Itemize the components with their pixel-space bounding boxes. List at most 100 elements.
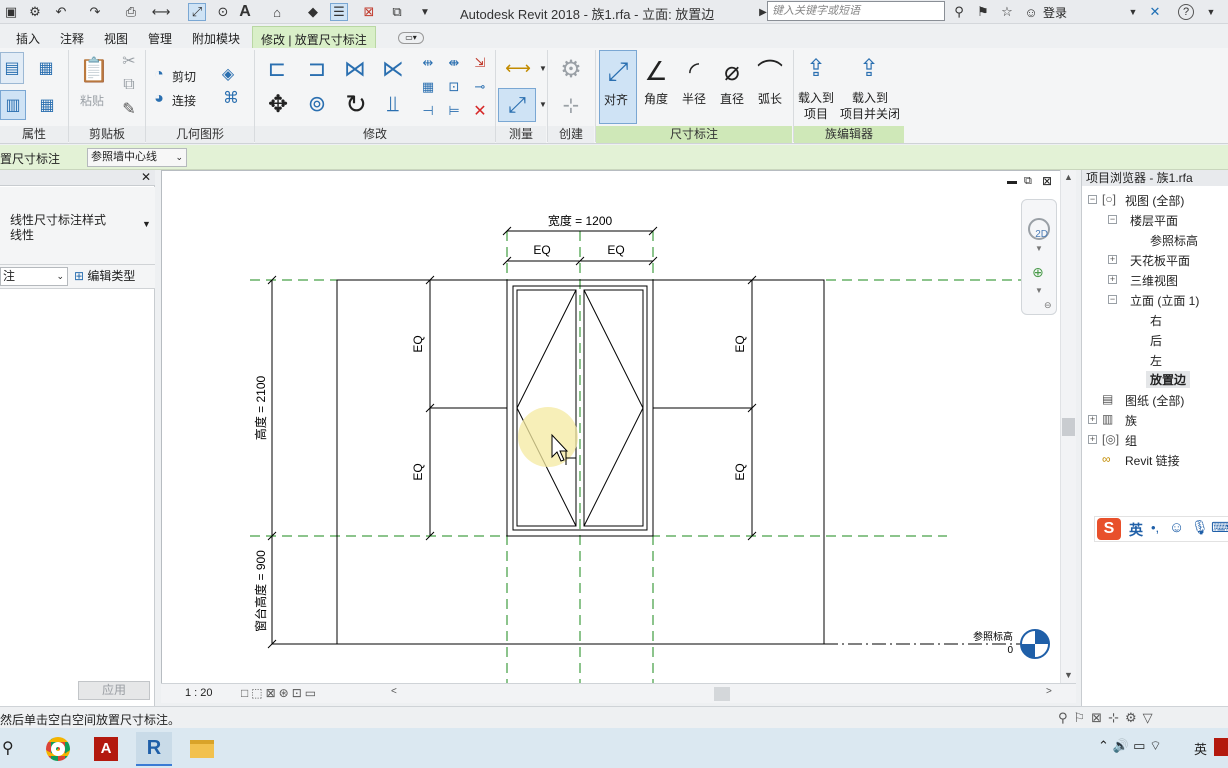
instance-filter-select[interactable]: 注 ⌄ [0, 267, 68, 286]
eq-text-right[interactable]: EQ [607, 243, 624, 257]
trim-extend-icon[interactable]: ⫫ [378, 88, 408, 120]
delete-icon[interactable]: ✕ [470, 102, 490, 120]
move-icon[interactable]: ✥ [262, 88, 294, 120]
text-icon[interactable]: A [236, 3, 254, 21]
angular-dimension-label[interactable]: 角度 [644, 90, 668, 107]
chevron-down-icon[interactable]: ▼ [1035, 286, 1043, 295]
arc-length-dimension-icon[interactable]: ⌒ [754, 54, 786, 88]
scroll-left-icon[interactable]: < [391, 686, 397, 697]
chevron-down-icon[interactable]: ▼ [1035, 244, 1043, 253]
tree-floor-plans[interactable]: 楼层平面 [1130, 212, 1178, 229]
thin-lines-icon[interactable]: ☰ [330, 3, 348, 21]
sync-icon[interactable]: ⚙ [26, 3, 44, 21]
eq-text-lower-right[interactable]: EQ [733, 463, 747, 480]
pin-icon[interactable]: ⊸ [470, 78, 490, 96]
search-input[interactable]: 键入关键字或短语 [767, 1, 945, 21]
eq-text-lower-left[interactable]: EQ [411, 463, 425, 480]
tab-view[interactable]: 视图 [104, 30, 128, 47]
collapse-toggle[interactable]: − [1108, 215, 1117, 224]
aligned-dimension-qa-icon[interactable]: ⤢ [188, 3, 206, 21]
scroll-down-icon[interactable]: ▼ [1064, 670, 1073, 680]
favorites-icon[interactable]: ☆ [998, 3, 1016, 21]
placement-select[interactable]: 参照墙中心线 ⌄ [87, 148, 187, 167]
tray-app-icon[interactable] [1214, 738, 1228, 756]
collapse-toggle[interactable]: − [1088, 195, 1097, 204]
join-geometry-icon[interactable]: ◕ [150, 90, 168, 108]
login-dropdown-icon[interactable]: ▼ [1124, 3, 1142, 21]
radial-dimension-label[interactable]: 半径 [682, 90, 706, 107]
aligned-dimension-tool[interactable]: ⤢ 对齐 [599, 50, 637, 124]
eq-text-upper-left[interactable]: EQ [411, 335, 425, 352]
file-explorer-app-icon[interactable] [184, 732, 220, 766]
tab-addins[interactable]: 附加模块 [192, 30, 240, 47]
type-properties-icon[interactable]: ▦ [32, 90, 62, 120]
eq-text-upper-right[interactable]: EQ [733, 335, 747, 352]
mirror-axis-icon[interactable]: ⋈ [340, 54, 370, 84]
tree-ref-level[interactable]: 参照标高 [1150, 232, 1198, 249]
radial-dimension-icon[interactable]: ◜ [678, 54, 710, 88]
properties-icon[interactable]: ▤ [0, 52, 24, 84]
print-icon[interactable]: ⎙ [122, 3, 140, 21]
diameter-dimension-label[interactable]: 直径 [720, 90, 744, 107]
tab-manage[interactable]: 管理 [148, 30, 172, 47]
ime-toolbar[interactable]: S 英 •, ☺ 🎙 ⌨ [1094, 516, 1228, 542]
scroll-right-icon[interactable]: > [1046, 686, 1052, 697]
steering-wheel-icon[interactable]: 2D [1028, 218, 1050, 240]
height-dimension-text[interactable]: 高度 = 2100 [253, 375, 268, 440]
copy-element-icon[interactable]: ⊚ [302, 88, 332, 120]
drawing-view[interactable]: 宽度 = 1200 EQ EQ EQ EQ EQ EQ 高度 = 2100 窗台… [161, 170, 1076, 686]
view-control-icons[interactable]: □⬚⊠⊛⊡▭ [241, 686, 319, 700]
open-icon[interactable]: ▣ [2, 3, 20, 21]
help-dropdown-icon[interactable]: ▼ [1202, 3, 1220, 21]
user-icon[interactable]: ☺ [1022, 3, 1040, 21]
punctuation-icon[interactable]: •, [1151, 520, 1159, 535]
revit-app-icon[interactable]: R [136, 732, 172, 766]
tree-views[interactable]: 视图 (全部) [1125, 192, 1184, 209]
tab-modify-place-dimension[interactable]: 修改 | 放置尺寸标注 [252, 26, 376, 48]
load-into-project-button[interactable]: 载入到 项目 [798, 90, 834, 122]
scroll-up-icon[interactable]: ▲ [1064, 172, 1073, 182]
binoculars-icon[interactable]: ⚲ [950, 3, 968, 21]
system-tray-icons[interactable]: ⌃🔊▭⌔ [1098, 738, 1166, 754]
load-into-project-icon[interactable]: ⇪ [800, 52, 832, 84]
close-icon[interactable]: ✕ [141, 170, 151, 184]
array-icon[interactable]: ▦ [418, 78, 438, 96]
microphone-icon[interactable]: 🎙 [1191, 519, 1209, 536]
load-and-close-icon[interactable]: ⇪ [852, 52, 886, 84]
sill-dimension-text[interactable]: 窗台高度 = 900 [253, 550, 268, 632]
expand-toggle[interactable]: + [1108, 275, 1117, 284]
nav-bar-options-icon[interactable]: ⊖ [1044, 300, 1052, 311]
rotate-icon[interactable]: ↻ [340, 88, 372, 120]
tab-insert[interactable]: 插入 [16, 30, 40, 47]
tree-sheets[interactable]: 图纸 (全部) [1125, 392, 1184, 409]
aligned-dimension-measure-icon[interactable]: ⤢ [498, 88, 536, 122]
cut-geometry-icon[interactable]: ◔ [150, 66, 168, 84]
vertical-scrollbar[interactable]: ▲ ▼ [1060, 170, 1076, 684]
expand-toggle[interactable]: + [1108, 255, 1117, 264]
subscription-icon[interactable]: ⚑ [974, 3, 992, 21]
family-types-icon[interactable]: ▦ [30, 52, 62, 84]
acrobat-app-icon[interactable]: A [88, 732, 124, 766]
level-head-icon[interactable] [1020, 629, 1050, 659]
customize-qa-icon[interactable]: ▼ [416, 3, 434, 21]
keyboard-icon[interactable]: ⌨ [1211, 519, 1228, 536]
trim-single-icon[interactable]: ⊣ [418, 102, 438, 120]
measure-between-icon[interactable]: ⟷ [500, 56, 536, 80]
selection-filter-icons[interactable]: ⚲⚐⊠⊹⚙▽ [1058, 710, 1159, 726]
tree-elev-right[interactable]: 右 [1150, 312, 1162, 329]
align-icon[interactable]: ⊏ [262, 54, 292, 84]
angular-dimension-icon[interactable]: ∠ [640, 54, 672, 88]
join-geometry-button[interactable]: 连接 [172, 92, 196, 109]
scale-icon[interactable]: ⊡ [444, 78, 464, 96]
reference-level-label[interactable]: 参照标高 [973, 630, 1013, 643]
cut-geometry-button[interactable]: 剪切 [172, 68, 196, 85]
collapse-toggle[interactable]: − [1108, 295, 1117, 304]
login-link[interactable]: 登录 [1043, 4, 1067, 21]
tree-elev-back[interactable]: 后 [1150, 332, 1162, 349]
zoom-icon[interactable]: ⊕ [1032, 264, 1044, 281]
expand-toggle[interactable]: + [1088, 415, 1097, 424]
ime-language[interactable]: 英 [1129, 520, 1143, 540]
tree-ceiling-plans[interactable]: 天花板平面 [1130, 252, 1190, 269]
split-face-icon[interactable]: ⌘ [218, 88, 244, 108]
tree-families[interactable]: 族 [1125, 412, 1137, 429]
